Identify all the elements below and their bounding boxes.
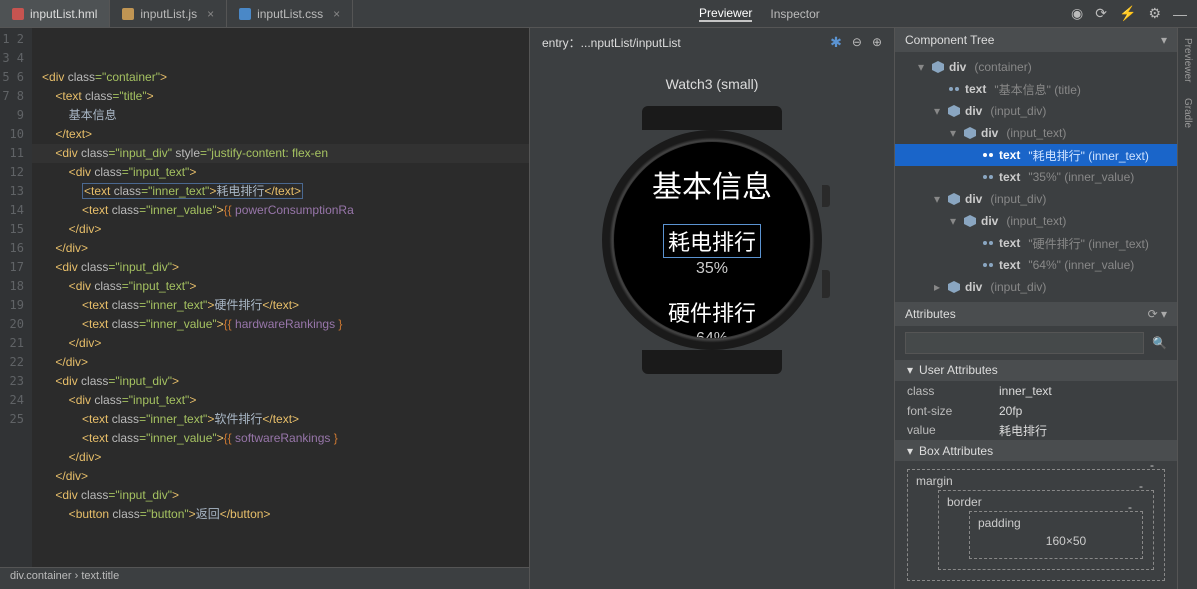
watch-button: [822, 270, 830, 298]
cube-icon: [963, 126, 977, 140]
js-file-icon: [122, 8, 134, 20]
component-tree-header: Component Tree: [905, 33, 994, 47]
plug-icon[interactable]: ⚡: [1119, 5, 1136, 22]
attr-row-value[interactable]: value耗电排行: [895, 421, 1177, 441]
tab-hml-label: inputList.hml: [30, 7, 97, 21]
attr-row-class[interactable]: classinner_text: [895, 381, 1177, 401]
chevron-down-icon[interactable]: ▾: [1161, 33, 1167, 47]
zoom-in-icon[interactable]: ⊕: [872, 35, 882, 49]
tab-hml[interactable]: inputList.hml: [0, 0, 110, 27]
tree-node-text-innertext2[interactable]: text"硬件排行" (inner_text): [895, 232, 1177, 254]
refresh-icon[interactable]: ⟳: [1095, 5, 1107, 22]
watch-title: 基本信息: [652, 162, 772, 206]
breadcrumb[interactable]: div.container › text.title: [0, 567, 529, 589]
tree-node-div-inputtext1[interactable]: ▾div(input_text): [895, 122, 1177, 144]
watch-row1-label[interactable]: 耗电排行: [663, 224, 761, 258]
text-icon: [981, 236, 995, 250]
box-model: margin- border- padding- 160×50: [895, 461, 1177, 589]
zoom-out-icon[interactable]: ⊖: [852, 35, 862, 49]
cube-icon: [947, 104, 961, 118]
cube-icon: [963, 214, 977, 228]
text-icon: [981, 258, 995, 272]
tab-css[interactable]: inputList.css ×: [227, 0, 353, 27]
cube-icon: [947, 280, 961, 294]
preview-canvas[interactable]: Watch3 (small) 基本信息 耗电排行 35% 硬件排行 6: [530, 56, 894, 589]
watch-row2-label: 硬件排行: [668, 296, 756, 328]
tree-node-text-title[interactable]: text"基本信息" (title): [895, 78, 1177, 100]
chevron-down-icon[interactable]: ▾: [1161, 307, 1167, 321]
hml-file-icon: [12, 8, 24, 20]
css-file-icon: [239, 8, 251, 20]
tree-node-text-innervalue1[interactable]: text"35%" (inner_value): [895, 166, 1177, 188]
snowflake-icon[interactable]: ✱: [830, 34, 842, 51]
close-icon[interactable]: ×: [207, 7, 214, 21]
search-icon[interactable]: 🔍: [1152, 336, 1167, 350]
user-attributes-header: User Attributes: [919, 363, 998, 377]
previewer-tab[interactable]: Previewer: [699, 6, 752, 22]
tree-node-div-inputdiv1[interactable]: ▾div(input_div): [895, 100, 1177, 122]
watch-row1-value: 35%: [663, 260, 761, 278]
close-icon[interactable]: ×: [333, 7, 340, 21]
watch-device: 基本信息 耗电排行 35% 硬件排行 64%: [602, 106, 822, 376]
tree-node-div-inputdiv3[interactable]: ▸div(input_div): [895, 276, 1177, 298]
tree-node-text-innervalue2[interactable]: text"64%" (inner_value): [895, 254, 1177, 276]
component-tree[interactable]: ▾div(container) text"基本信息" (title) ▾div(…: [895, 52, 1177, 302]
entry-label: entry：...nputList/inputList: [542, 34, 681, 51]
eye-icon[interactable]: ◉: [1071, 5, 1083, 22]
attribute-search-input[interactable]: [905, 332, 1144, 354]
attr-row-fontsize[interactable]: font-size20fp: [895, 401, 1177, 421]
box-attributes-header: Box Attributes: [919, 444, 993, 458]
code-editor[interactable]: 1 2 3 4 5 6 7 8 9 10 11 12 13 14 15 16 1…: [0, 28, 529, 567]
chevron-down-icon[interactable]: ▾: [907, 444, 913, 458]
minimize-icon[interactable]: —: [1173, 6, 1187, 22]
watch-row2-value: 64%: [668, 330, 756, 338]
cube-icon: [947, 192, 961, 206]
text-icon: [981, 170, 995, 184]
attributes-header: Attributes: [905, 307, 956, 321]
watch-crown: [822, 185, 830, 207]
text-icon: [981, 148, 995, 162]
tab-js-label: inputList.js: [140, 7, 197, 21]
gear-icon[interactable]: ⚙: [1148, 5, 1161, 22]
tree-node-text-innertext1[interactable]: text"耗电排行" (inner_text): [895, 144, 1177, 166]
cube-icon: [931, 60, 945, 74]
inspector-tab[interactable]: Inspector: [770, 7, 819, 21]
sidebar-gradle[interactable]: Gradle: [1182, 98, 1193, 128]
tab-js[interactable]: inputList.js ×: [110, 0, 227, 27]
device-label: Watch3 (small): [666, 76, 759, 92]
chevron-down-icon[interactable]: ▾: [907, 363, 913, 377]
tree-node-div-inputtext2[interactable]: ▾div(input_text): [895, 210, 1177, 232]
line-gutter: 1 2 3 4 5 6 7 8 9 10 11 12 13 14 15 16 1…: [0, 28, 32, 567]
refresh-icon[interactable]: ⟳: [1148, 307, 1158, 321]
text-icon: [947, 82, 961, 96]
tab-css-label: inputList.css: [257, 7, 323, 21]
sidebar-previewer[interactable]: Previewer: [1182, 38, 1193, 82]
box-size: 160×50: [1000, 534, 1132, 548]
tree-node-div-inputdiv2[interactable]: ▾div(input_div): [895, 188, 1177, 210]
tree-node-div-container[interactable]: ▾div(container): [895, 56, 1177, 78]
